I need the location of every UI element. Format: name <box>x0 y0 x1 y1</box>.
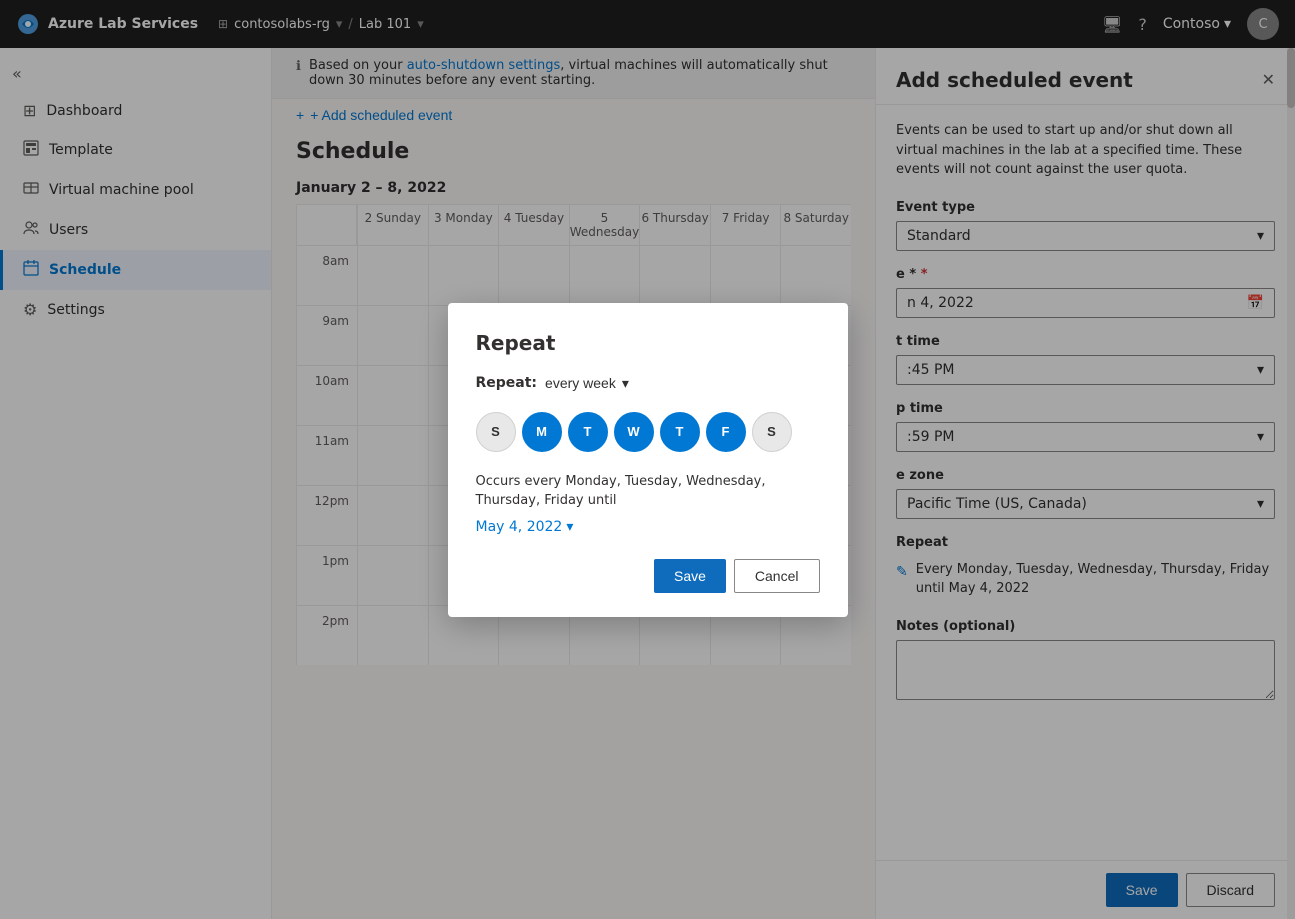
modal-save-button[interactable]: Save <box>654 559 726 593</box>
day-btn-0[interactable]: S <box>476 412 516 452</box>
day-btn-2[interactable]: T <box>568 412 608 452</box>
frequency-value: every week <box>545 375 616 391</box>
modal-title: Repeat <box>476 331 820 355</box>
until-chevron-icon: ▾ <box>566 519 573 535</box>
frequency-chevron-icon: ▾ <box>622 375 629 392</box>
occurs-text: Occurs every Monday, Tuesday, Wednesday,… <box>476 472 820 511</box>
modal-footer: Save Cancel <box>476 559 820 593</box>
day-btn-6[interactable]: S <box>752 412 792 452</box>
modal-overlay[interactable]: Repeat Repeat: every week ▾ SMTWTFS Occu… <box>0 0 1295 919</box>
day-btn-1[interactable]: M <box>522 412 562 452</box>
modal-repeat-row: Repeat: every week ▾ <box>476 375 820 392</box>
modal-repeat-label: Repeat: <box>476 375 538 391</box>
repeat-modal: Repeat Repeat: every week ▾ SMTWTFS Occu… <box>448 303 848 617</box>
frequency-select[interactable]: every week ▾ <box>545 375 629 392</box>
day-btn-4[interactable]: T <box>660 412 700 452</box>
until-date-button[interactable]: May 4, 2022 ▾ <box>476 519 574 535</box>
modal-cancel-button[interactable]: Cancel <box>734 559 820 593</box>
day-buttons: SMTWTFS <box>476 412 820 452</box>
day-btn-5[interactable]: F <box>706 412 746 452</box>
day-btn-3[interactable]: W <box>614 412 654 452</box>
